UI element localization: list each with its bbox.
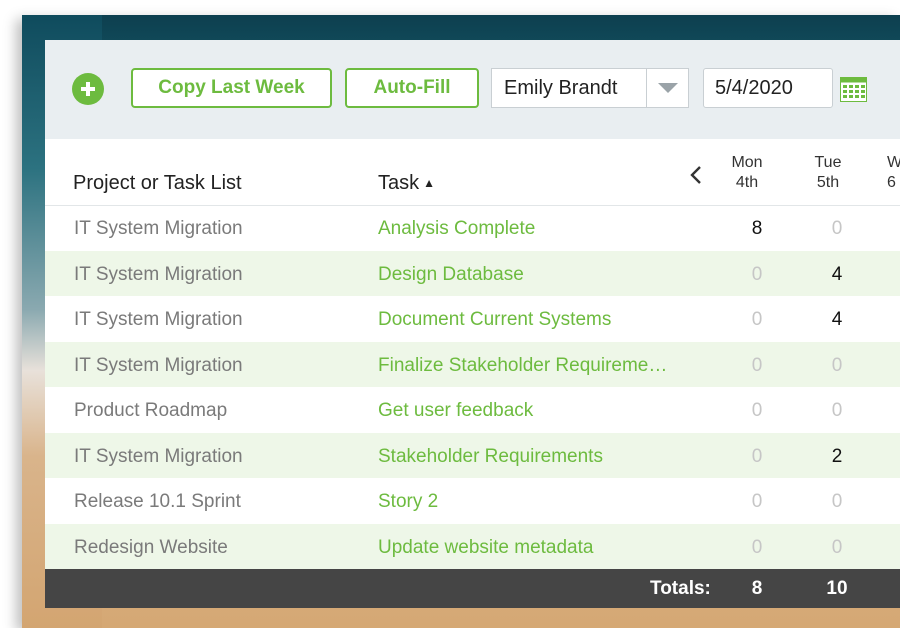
day-header-wed: W 6 (875, 153, 900, 193)
copy-last-week-button[interactable]: Copy Last Week (131, 68, 332, 108)
project-cell: IT System Migration (74, 309, 243, 330)
table-row: IT System Migration Design Database 0 4 (45, 250, 900, 296)
user-select[interactable]: Emily Brandt (491, 68, 689, 108)
task-column-label: Task (378, 172, 420, 194)
task-link[interactable]: Design Database (378, 264, 524, 286)
mon-hours-cell[interactable]: 0 (742, 537, 772, 559)
tue-hours-cell[interactable]: 0 (822, 218, 852, 240)
table-row: IT System Migration Stakeholder Requirem… (45, 432, 900, 478)
project-cell: IT System Migration (74, 218, 243, 239)
mon-hours-cell[interactable]: 8 (742, 218, 772, 240)
day-date: 4th (735, 174, 759, 191)
add-row-button[interactable] (72, 73, 104, 105)
tue-hours-cell[interactable]: 4 (822, 309, 852, 331)
project-cell: IT System Migration (74, 354, 243, 376)
task-link[interactable]: Story 2 (378, 491, 438, 513)
totals-bar: Totals: 8 10 (45, 569, 900, 608)
mon-hours-cell[interactable]: 0 (742, 400, 772, 422)
plus-circle-icon (81, 82, 95, 96)
mon-hours-cell[interactable]: 0 (742, 309, 772, 331)
dropdown-toggle[interactable] (646, 69, 688, 107)
tue-total: 10 (826, 578, 848, 599)
tue-hours-cell[interactable]: 0 (822, 537, 852, 559)
calendar-icon[interactable] (840, 77, 867, 102)
tue-hours-cell[interactable]: 2 (822, 446, 852, 468)
tue-hours-cell[interactable]: 0 (822, 491, 852, 513)
toolbar: Copy Last Week Auto-Fill Emily Brandt 5/… (45, 40, 900, 139)
project-cell: Product Roadmap (74, 400, 228, 421)
chevron-down-icon (657, 83, 678, 93)
sort-asc-icon: ▲ (423, 176, 436, 190)
project-cell: Redesign Website (74, 536, 228, 558)
task-link[interactable]: Document Current Systems (378, 309, 611, 331)
table-row: Release 10.1 Sprint Story 2 0 0 (45, 478, 900, 524)
task-link[interactable]: Stakeholder Requirements (378, 446, 603, 468)
task-column-header[interactable]: Task ▲ (378, 172, 435, 195)
mon-hours-cell[interactable]: 0 (742, 264, 772, 286)
table-row: IT System Migration Analysis Complete 8 … (45, 205, 900, 251)
day-date: 5th (816, 174, 840, 191)
task-link[interactable]: Update website metadata (378, 537, 593, 559)
timesheet-panel: Copy Last Week Auto-Fill Emily Brandt 5/… (45, 40, 900, 608)
table-row: IT System Migration Document Current Sys… (45, 296, 900, 342)
totals-label: Totals: (650, 578, 711, 599)
task-link[interactable]: Get user feedback (378, 400, 533, 422)
tue-hours-cell[interactable]: 4 (822, 264, 852, 286)
mon-hours-cell[interactable]: 0 (742, 491, 772, 513)
table-row: IT System Migration Finalize Stakeholder… (45, 341, 900, 387)
day-name: Tue (814, 154, 842, 171)
day-name: Mon (731, 154, 763, 171)
mon-hours-cell[interactable]: 0 (742, 355, 772, 377)
user-select-value: Emily Brandt (504, 76, 618, 99)
tue-hours-cell[interactable]: 0 (822, 355, 852, 377)
week-date-input[interactable]: 5/4/2020 (703, 68, 833, 108)
task-rows: IT System Migration Analysis Complete 8 … (45, 205, 900, 569)
project-cell: IT System Migration (74, 445, 243, 467)
tue-hours-cell[interactable]: 0 (822, 400, 852, 422)
task-link[interactable]: Analysis Complete (378, 218, 535, 240)
day-header-mon: Mon 4th (717, 153, 777, 193)
mon-hours-cell[interactable]: 0 (742, 446, 772, 468)
project-cell: Release 10.1 Sprint (74, 491, 241, 512)
chevron-left-icon[interactable] (686, 163, 706, 187)
task-link[interactable]: Finalize Stakeholder Requireme… (378, 355, 667, 377)
day-name: W (887, 154, 900, 171)
day-date: 6 (887, 174, 896, 191)
table-row: Redesign Website Update website metadata… (45, 523, 900, 569)
day-header-tue: Tue 5th (798, 153, 858, 193)
auto-fill-button[interactable]: Auto-Fill (345, 68, 479, 108)
project-column-header[interactable]: Project or Task List (73, 172, 242, 195)
project-cell: IT System Migration (74, 263, 243, 285)
mon-total: 8 (751, 578, 763, 599)
table-header: Project or Task List Task ▲ Mon 4th Tue 5… (45, 139, 900, 206)
table-row: Product Roadmap Get user feedback 0 0 (45, 387, 900, 433)
